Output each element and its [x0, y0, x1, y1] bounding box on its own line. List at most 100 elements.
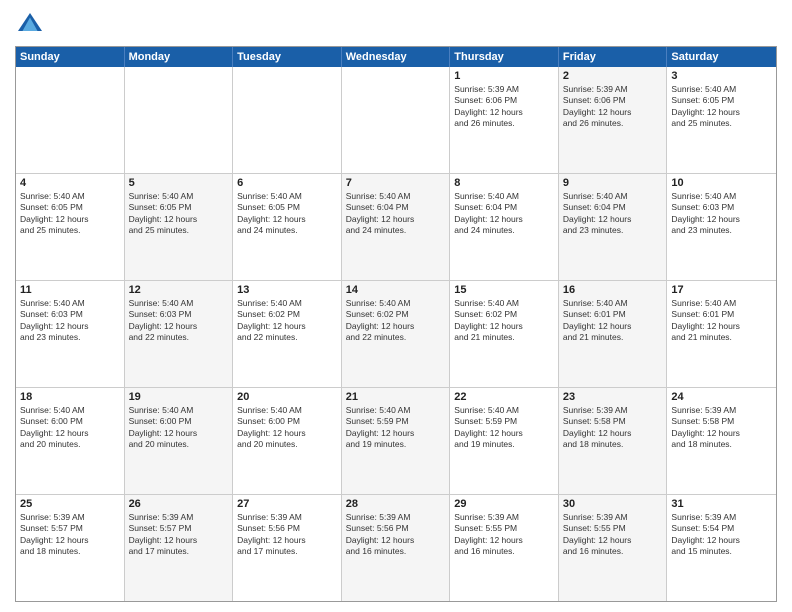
cell-text: Sunrise: 5:40 AM Sunset: 6:05 PM Dayligh… — [20, 191, 120, 237]
calendar-cell: 5 Sunrise: 5:40 AM Sunset: 6:05 PM Daylig… — [125, 174, 234, 280]
calendar-cell: 8 Sunrise: 5:40 AM Sunset: 6:04 PM Daylig… — [450, 174, 559, 280]
day-number: 18 — [20, 391, 120, 403]
calendar-cell: 21Sunrise: 5:40 AM Sunset: 5:59 PM Dayli… — [342, 388, 451, 494]
day-number: 9 — [563, 177, 663, 189]
day-number: 12 — [129, 284, 229, 296]
day-number: 20 — [237, 391, 337, 403]
cell-text: Sunrise: 5:39 AM Sunset: 5:57 PM Dayligh… — [129, 512, 229, 558]
calendar-row: 11 Sunrise: 5:40 AM Sunset: 6:03 PM Dayli… — [16, 281, 776, 388]
cell-text: Sunrise: 5:40 AM Sunset: 6:00 PM Dayligh… — [20, 405, 120, 451]
calendar: SundayMondayTuesdayWednesdayThursdayFrid… — [15, 46, 777, 602]
header — [15, 10, 777, 40]
calendar-cell: 25Sunrise: 5:39 AM Sunset: 5:57 PM Dayli… — [16, 495, 125, 601]
calendar-cell: 2 Sunrise: 5:39 AM Sunset: 6:06 PM Daylig… — [559, 67, 668, 173]
cell-text: Sunrise: 5:40 AM Sunset: 6:00 PM Dayligh… — [129, 405, 229, 451]
calendar-cell: 1Sunrise: 5:39 AM Sunset: 6:06 PM Daylig… — [450, 67, 559, 173]
cell-text: Sunrise: 5:40 AM Sunset: 6:04 PM Dayligh… — [454, 191, 554, 237]
calendar-cell: 10Sunrise: 5:40 AM Sunset: 6:03 PM Dayli… — [667, 174, 776, 280]
page: SundayMondayTuesdayWednesdayThursdayFrid… — [0, 0, 792, 612]
header-day-sunday: Sunday — [16, 47, 125, 67]
day-number: 25 — [20, 498, 120, 510]
calendar-cell: 16Sunrise: 5:40 AM Sunset: 6:01 PM Dayli… — [559, 281, 668, 387]
calendar-body: 1Sunrise: 5:39 AM Sunset: 6:06 PM Daylig… — [16, 67, 776, 601]
day-number: 7 — [346, 177, 446, 189]
header-day-thursday: Thursday — [450, 47, 559, 67]
header-day-monday: Monday — [125, 47, 234, 67]
cell-text: Sunrise: 5:39 AM Sunset: 5:54 PM Dayligh… — [671, 512, 772, 558]
calendar-header: SundayMondayTuesdayWednesdayThursdayFrid… — [16, 47, 776, 67]
day-number: 27 — [237, 498, 337, 510]
calendar-cell: 27 Sunrise: 5:39 AM Sunset: 5:56 PM Dayli… — [233, 495, 342, 601]
calendar-cell: 17Sunrise: 5:40 AM Sunset: 6:01 PM Dayli… — [667, 281, 776, 387]
calendar-cell: 11 Sunrise: 5:40 AM Sunset: 6:03 PM Dayli… — [16, 281, 125, 387]
day-number: 22 — [454, 391, 554, 403]
cell-text: Sunrise: 5:40 AM Sunset: 6:05 PM Dayligh… — [671, 84, 772, 130]
cell-text: Sunrise: 5:40 AM Sunset: 6:02 PM Dayligh… — [346, 298, 446, 344]
calendar-row: 4Sunrise: 5:40 AM Sunset: 6:05 PM Daylig… — [16, 174, 776, 281]
calendar-cell: 26 Sunrise: 5:39 AM Sunset: 5:57 PM Dayli… — [125, 495, 234, 601]
calendar-cell — [233, 67, 342, 173]
calendar-cell — [16, 67, 125, 173]
header-day-tuesday: Tuesday — [233, 47, 342, 67]
day-number: 6 — [237, 177, 337, 189]
calendar-cell: 12 Sunrise: 5:40 AM Sunset: 6:03 PM Dayli… — [125, 281, 234, 387]
cell-text: Sunrise: 5:40 AM Sunset: 6:05 PM Dayligh… — [129, 191, 229, 237]
logo — [15, 10, 49, 40]
calendar-row: 18 Sunrise: 5:40 AM Sunset: 6:00 PM Dayli… — [16, 388, 776, 495]
cell-text: Sunrise: 5:40 AM Sunset: 6:00 PM Dayligh… — [237, 405, 337, 451]
cell-text: Sunrise: 5:39 AM Sunset: 5:58 PM Dayligh… — [563, 405, 663, 451]
cell-text: Sunrise: 5:40 AM Sunset: 6:04 PM Dayligh… — [563, 191, 663, 237]
calendar-cell: 9 Sunrise: 5:40 AM Sunset: 6:04 PM Daylig… — [559, 174, 668, 280]
calendar-cell: 3 Sunrise: 5:40 AM Sunset: 6:05 PM Daylig… — [667, 67, 776, 173]
cell-text: Sunrise: 5:40 AM Sunset: 5:59 PM Dayligh… — [346, 405, 446, 451]
cell-text: Sunrise: 5:39 AM Sunset: 5:56 PM Dayligh… — [346, 512, 446, 558]
calendar-cell: 20 Sunrise: 5:40 AM Sunset: 6:00 PM Dayli… — [233, 388, 342, 494]
cell-text: Sunrise: 5:39 AM Sunset: 5:56 PM Dayligh… — [237, 512, 337, 558]
calendar-cell: 24Sunrise: 5:39 AM Sunset: 5:58 PM Dayli… — [667, 388, 776, 494]
day-number: 17 — [671, 284, 772, 296]
day-number: 26 — [129, 498, 229, 510]
cell-text: Sunrise: 5:39 AM Sunset: 5:55 PM Dayligh… — [454, 512, 554, 558]
day-number: 5 — [129, 177, 229, 189]
calendar-cell: 19 Sunrise: 5:40 AM Sunset: 6:00 PM Dayli… — [125, 388, 234, 494]
calendar-cell: 30 Sunrise: 5:39 AM Sunset: 5:55 PM Dayli… — [559, 495, 668, 601]
header-day-friday: Friday — [559, 47, 668, 67]
logo-icon — [15, 10, 45, 40]
calendar-cell: 18 Sunrise: 5:40 AM Sunset: 6:00 PM Dayli… — [16, 388, 125, 494]
day-number: 15 — [454, 284, 554, 296]
cell-text: Sunrise: 5:40 AM Sunset: 6:05 PM Dayligh… — [237, 191, 337, 237]
calendar-cell: 22 Sunrise: 5:40 AM Sunset: 5:59 PM Dayli… — [450, 388, 559, 494]
day-number: 31 — [671, 498, 772, 510]
cell-text: Sunrise: 5:40 AM Sunset: 6:02 PM Dayligh… — [237, 298, 337, 344]
calendar-cell: 14 Sunrise: 5:40 AM Sunset: 6:02 PM Dayli… — [342, 281, 451, 387]
day-number: 29 — [454, 498, 554, 510]
cell-text: Sunrise: 5:40 AM Sunset: 5:59 PM Dayligh… — [454, 405, 554, 451]
day-number: 10 — [671, 177, 772, 189]
cell-text: Sunrise: 5:40 AM Sunset: 6:01 PM Dayligh… — [563, 298, 663, 344]
day-number: 30 — [563, 498, 663, 510]
cell-text: Sunrise: 5:40 AM Sunset: 6:04 PM Dayligh… — [346, 191, 446, 237]
cell-text: Sunrise: 5:40 AM Sunset: 6:03 PM Dayligh… — [20, 298, 120, 344]
calendar-cell: 15Sunrise: 5:40 AM Sunset: 6:02 PM Dayli… — [450, 281, 559, 387]
day-number: 11 — [20, 284, 120, 296]
cell-text: Sunrise: 5:39 AM Sunset: 5:58 PM Dayligh… — [671, 405, 772, 451]
calendar-row: 25 Sunrise: 5:39 AM Sunset: 5:57 PM Dayli… — [16, 495, 776, 601]
day-number: 28 — [346, 498, 446, 510]
cell-text: Sunrise: 5:39 AM Sunset: 5:55 PM Dayligh… — [563, 512, 663, 558]
day-number: 19 — [129, 391, 229, 403]
calendar-cell: 4Sunrise: 5:40 AM Sunset: 6:05 PM Daylig… — [16, 174, 125, 280]
day-number: 3 — [671, 70, 772, 82]
calendar-cell: 28 Sunrise: 5:39 AM Sunset: 5:56 PM Dayli… — [342, 495, 451, 601]
day-number: 2 — [563, 70, 663, 82]
day-number: 23 — [563, 391, 663, 403]
header-day-wednesday: Wednesday — [342, 47, 451, 67]
day-number: 8 — [454, 177, 554, 189]
calendar-cell: 13Sunrise: 5:40 AM Sunset: 6:02 PM Dayli… — [233, 281, 342, 387]
calendar-row: 1Sunrise: 5:39 AM Sunset: 6:06 PM Daylig… — [16, 67, 776, 174]
cell-text: Sunrise: 5:40 AM Sunset: 6:03 PM Dayligh… — [129, 298, 229, 344]
cell-text: Sunrise: 5:39 AM Sunset: 6:06 PM Dayligh… — [563, 84, 663, 130]
calendar-cell: 31 Sunrise: 5:39 AM Sunset: 5:54 PM Dayli… — [667, 495, 776, 601]
calendar-cell: 6 Sunrise: 5:40 AM Sunset: 6:05 PM Daylig… — [233, 174, 342, 280]
day-number: 14 — [346, 284, 446, 296]
calendar-cell — [342, 67, 451, 173]
